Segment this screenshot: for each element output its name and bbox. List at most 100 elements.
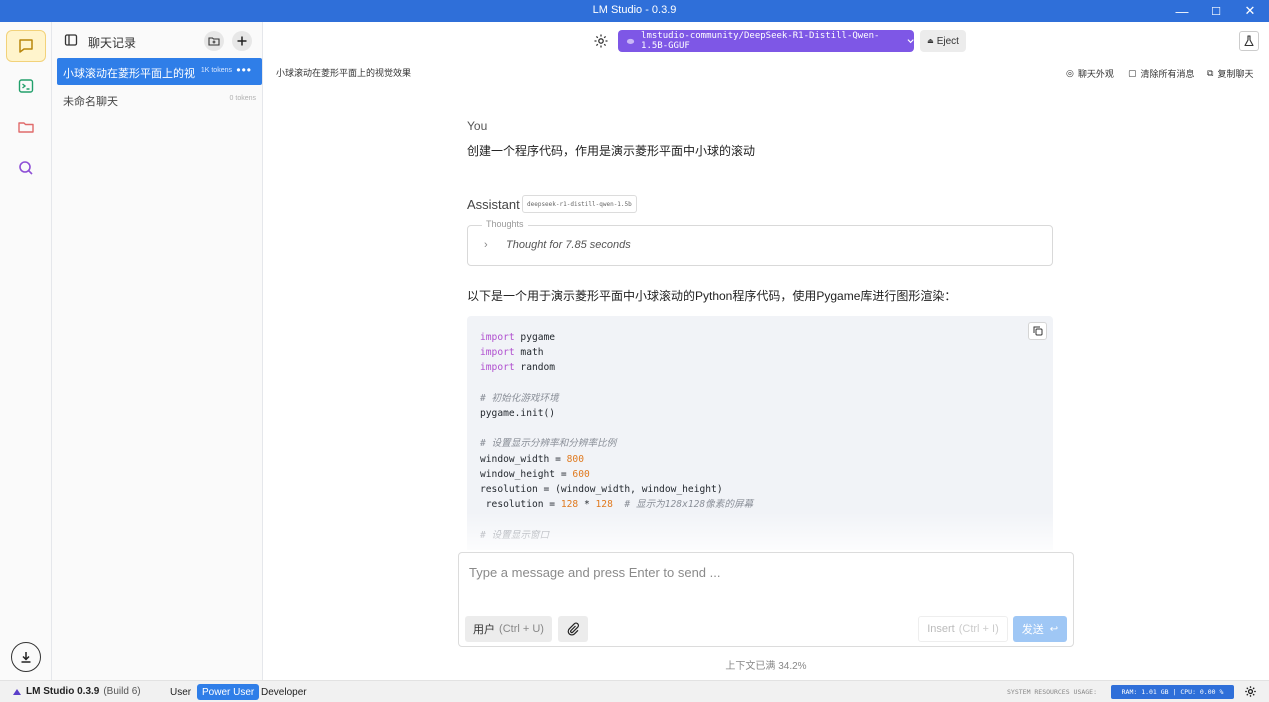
chat-sidebar: 聊天记录 小球滚动在菱形平面上的视... 1K tokens ••• 未命名聊天… xyxy=(52,22,263,680)
eject-button[interactable]: ⏏ Eject xyxy=(920,30,966,52)
thoughts-summary: Thought for 7.85 seconds xyxy=(506,239,631,251)
cube-icon xyxy=(626,38,635,44)
chat-more-button[interactable]: ••• xyxy=(236,63,252,77)
copy-code-button[interactable] xyxy=(1028,322,1047,340)
sidebar-header: 聊天记录 xyxy=(52,22,263,58)
code-token: random xyxy=(514,362,556,374)
mode-developer[interactable]: Developer xyxy=(256,684,312,700)
copy-icon: ⧉ xyxy=(1207,68,1214,78)
build-number: (Build 6) xyxy=(103,686,141,697)
attach-button[interactable] xyxy=(558,616,588,642)
rail-models-button[interactable] xyxy=(6,111,46,143)
lmstudio-logo-icon xyxy=(13,688,21,695)
copy-icon xyxy=(1033,326,1042,336)
rail-chat-button[interactable] xyxy=(6,30,46,62)
code-line: window_width = 800 xyxy=(480,452,753,467)
code-token: import xyxy=(480,347,515,359)
model-tag: deepseek-r1-distill-qwen-1.5b xyxy=(522,195,637,213)
system-resources-values[interactable]: RAM: 1.01 GB | CPU: 0.00 % xyxy=(1111,685,1234,699)
insert-button[interactable]: Insert (Ctrl + I) xyxy=(918,616,1008,642)
eject-icon: ⏏ xyxy=(927,38,934,45)
mode-power-user[interactable]: Power User xyxy=(197,684,260,700)
code-line: resolution = (window_width, window_heigh… xyxy=(480,482,753,497)
code-token: resolution = (window_width, window_heigh… xyxy=(480,484,723,496)
close-button[interactable]: ✕ xyxy=(1233,0,1267,22)
copy-label: 复制聊天 xyxy=(1217,69,1254,79)
code-token: pygame.init() xyxy=(480,408,556,420)
chat-title[interactable]: 小球滚动在菱形平面上的视觉效果 xyxy=(276,66,411,79)
code-token: import xyxy=(480,332,515,343)
message-input[interactable]: Type a message and press Enter to send .… xyxy=(469,565,720,580)
mode-user[interactable]: User xyxy=(165,684,196,700)
chat-token-count: 0 tokens xyxy=(229,95,256,102)
chat-name: 未命名聊天 xyxy=(63,96,118,108)
code-line: import pygame xyxy=(480,330,753,345)
role-toggle-button[interactable]: 用户 (Ctrl + U) xyxy=(465,616,552,642)
minimize-button[interactable]: — xyxy=(1165,0,1199,22)
chat-list-item[interactable]: 未命名聊天 0 tokens xyxy=(57,86,262,113)
code-token: pygame xyxy=(514,332,556,343)
code-fade-overlay xyxy=(467,512,1053,550)
model-name: lmstudio-community/DeepSeek-R1-Distill-Q… xyxy=(641,31,880,51)
code-line: # 初始化游戏环境 xyxy=(480,391,753,406)
new-chat-button[interactable] xyxy=(232,31,252,51)
copy-chat-button[interactable]: ⧉ 复制聊天 xyxy=(1207,67,1253,80)
enter-icon: ↩ xyxy=(1049,623,1059,635)
appearance-label: 聊天外观 xyxy=(1077,69,1114,79)
insert-label: Insert xyxy=(927,623,955,635)
plus-icon xyxy=(237,36,247,46)
message-composer[interactable]: Type a message and press Enter to send .… xyxy=(458,552,1074,647)
settings-button[interactable] xyxy=(593,33,609,52)
model-selector[interactable]: lmstudio-community/DeepSeek-R1-Distill-Q… xyxy=(618,30,914,52)
folder-plus-icon xyxy=(208,37,220,46)
chevron-down-icon xyxy=(907,39,914,44)
code-token: 600 xyxy=(572,468,590,480)
send-button[interactable]: 发送 ↩ xyxy=(1013,616,1067,642)
clear-messages-button[interactable]: ▢ 清除所有消息 xyxy=(1128,67,1195,80)
user-role-label: You xyxy=(467,119,488,133)
sidebar-toggle-icon xyxy=(64,34,78,46)
experiment-button[interactable] xyxy=(1239,31,1259,51)
code-token: window_height = xyxy=(480,468,573,480)
new-folder-button[interactable] xyxy=(204,31,224,51)
top-toolbar: lmstudio-community/DeepSeek-R1-Distill-Q… xyxy=(263,22,1269,60)
code-token: 128 xyxy=(560,499,579,511)
chat-icon xyxy=(19,39,33,53)
eject-label: Eject xyxy=(936,35,959,47)
code-token: # 初始化游戏环境 xyxy=(480,392,559,404)
maximize-button[interactable]: ☐ xyxy=(1199,0,1233,22)
code-line: import math xyxy=(480,345,753,360)
chat-token-count: 1K tokens xyxy=(200,67,232,74)
code-token: import xyxy=(480,362,515,374)
settings-gear-button[interactable] xyxy=(1244,685,1257,701)
app-version: LM Studio 0.3.9 (Build 6) xyxy=(12,686,141,697)
assistant-message: 以下是一个用于演示菱形平面中小球滚动的Python程序代码，使用Pygame库进… xyxy=(467,289,957,303)
paperclip-icon xyxy=(567,622,579,636)
code-token: resolution = xyxy=(480,499,561,511)
assistant-role-label: Assistant xyxy=(467,197,520,212)
palette-icon: ◎ xyxy=(1066,68,1074,78)
code-line: # 设置显示分辨率和分辨率比例 xyxy=(480,436,753,451)
code-token: window_width = xyxy=(480,453,567,465)
code-token: math xyxy=(514,347,544,359)
code-token: 800 xyxy=(566,453,584,465)
chevron-right-icon[interactable]: › xyxy=(484,239,488,251)
chat-list-item[interactable]: 小球滚动在菱形平面上的视... 1K tokens ••• xyxy=(57,58,262,85)
collapse-sidebar-button[interactable] xyxy=(64,33,78,50)
folder-icon xyxy=(18,122,34,133)
user-message: 创建一个程序代码，作用是演示菱形平面中小球的滚动 xyxy=(467,144,756,158)
thoughts-label: Thoughts xyxy=(482,219,528,229)
code-token: 128 xyxy=(595,499,613,511)
thoughts-panel[interactable]: Thoughts › Thought for 7.85 seconds xyxy=(467,219,1053,266)
context-usage: 上下文已满 34.2% xyxy=(725,661,807,672)
rail-developer-button[interactable] xyxy=(6,70,46,102)
download-button[interactable] xyxy=(11,642,41,672)
sidebar-title: 聊天记录 xyxy=(88,36,137,50)
code-block: import pygame import math import random # … xyxy=(467,316,1053,550)
rail-discover-button[interactable] xyxy=(6,152,46,184)
role-shortcut: (Ctrl + U) xyxy=(499,623,544,635)
appearance-button[interactable]: ◎ 聊天外观 xyxy=(1066,67,1114,80)
